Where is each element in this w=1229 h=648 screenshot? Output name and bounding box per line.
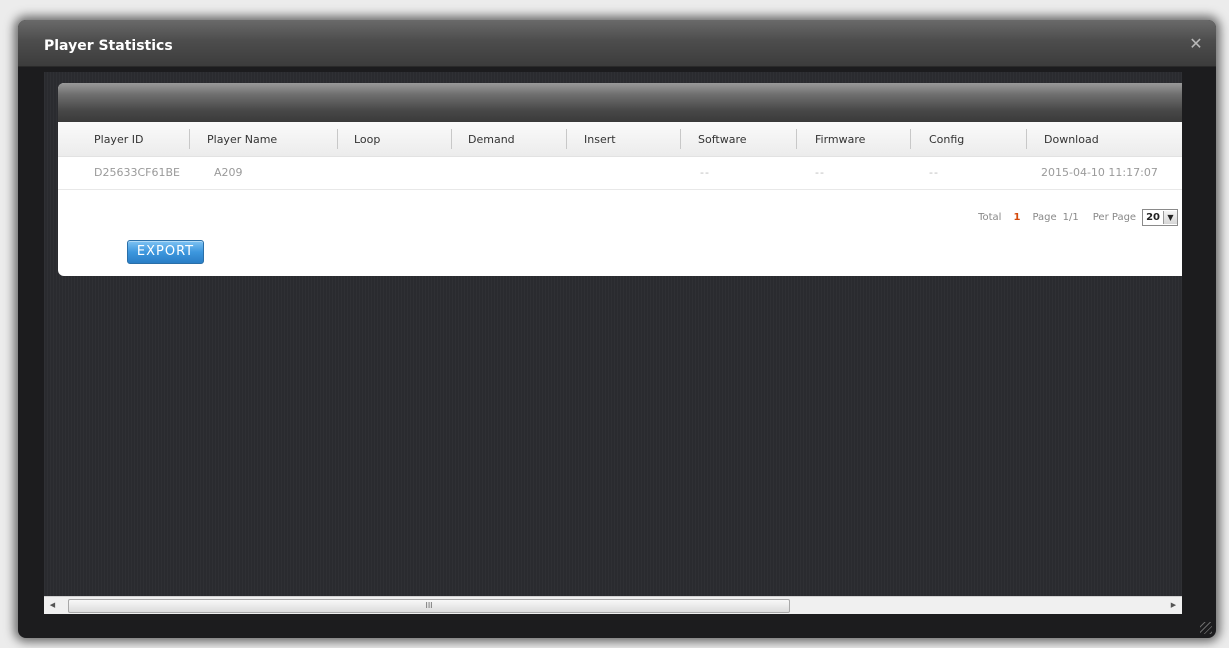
column-header-download[interactable]: Download	[1044, 133, 1099, 146]
resize-grip-icon[interactable]	[1200, 622, 1212, 634]
column-header-player-name[interactable]: Player Name	[207, 133, 277, 146]
total-count: 1	[1013, 212, 1021, 223]
column-header-software[interactable]: Software	[698, 133, 747, 146]
scrollbar-grip: III	[425, 601, 433, 610]
scroll-left-icon[interactable]: ◀	[44, 597, 61, 614]
cell-firmware: --	[815, 166, 825, 179]
pagination: Total 1 Page 1/1 Per Page 20 ▼	[978, 209, 1178, 226]
column-separator	[796, 129, 797, 149]
table-header: Player ID Player Name Loop Demand Insert…	[58, 122, 1182, 157]
table-row[interactable]: D25633CF61BE A209 -- -- -- 2015-04-10 11…	[58, 157, 1182, 190]
column-header-firmware[interactable]: Firmware	[815, 133, 865, 146]
per-page-label: Per Page	[1092, 212, 1137, 223]
per-page-select[interactable]: 20 ▼	[1142, 209, 1178, 226]
column-header-loop[interactable]: Loop	[354, 133, 380, 146]
cell-player-name: A209	[214, 166, 243, 179]
page-label: Page	[1032, 212, 1057, 223]
column-separator	[189, 129, 190, 149]
column-header-player-id[interactable]: Player ID	[94, 133, 143, 146]
column-separator	[337, 129, 338, 149]
column-header-config[interactable]: Config	[929, 133, 964, 146]
statistics-panel: Player ID Player Name Loop Demand Insert…	[58, 83, 1182, 276]
horizontal-scrollbar[interactable]: ◀ III ▶	[44, 596, 1182, 614]
scroll-right-icon[interactable]: ▶	[1165, 597, 1182, 614]
column-header-insert[interactable]: Insert	[584, 133, 616, 146]
per-page-value: 20	[1146, 212, 1160, 223]
scrollbar-thumb[interactable]: III	[68, 599, 790, 613]
column-separator	[680, 129, 681, 149]
dialog-titlebar[interactable]: Player Statistics ✕	[18, 20, 1216, 67]
chevron-down-icon[interactable]: ▼	[1163, 211, 1177, 224]
player-statistics-dialog: Player Statistics ✕ Player ID Player Nam…	[18, 20, 1216, 638]
column-header-demand[interactable]: Demand	[468, 133, 515, 146]
close-icon[interactable]: ✕	[1188, 36, 1204, 52]
column-separator	[566, 129, 567, 149]
column-separator	[910, 129, 911, 149]
cell-config: --	[929, 166, 939, 179]
dialog-content: Player ID Player Name Loop Demand Insert…	[44, 72, 1182, 599]
panel-header	[58, 83, 1182, 122]
total-label: Total	[978, 212, 1002, 223]
export-button[interactable]: EXPORT	[127, 240, 204, 264]
column-separator	[451, 129, 452, 149]
column-separator	[1026, 129, 1027, 149]
cell-download: 2015-04-10 11:17:07	[1041, 166, 1158, 179]
cell-player-id: D25633CF61BE	[94, 166, 180, 179]
cell-software: --	[700, 166, 710, 179]
dialog-title: Player Statistics	[44, 38, 173, 54]
page-indicator: 1/1	[1062, 212, 1079, 223]
